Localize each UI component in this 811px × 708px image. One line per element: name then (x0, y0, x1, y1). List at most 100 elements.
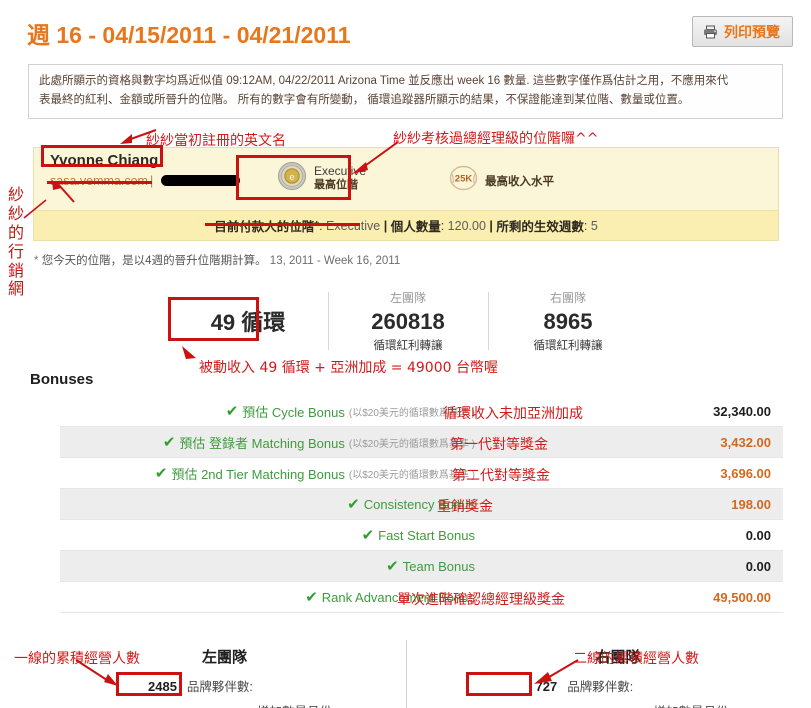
bonus-table: ✔ 預估 Cycle Bonus (以$20美元的循環數爲基準 ) 32,340.00… (60, 396, 783, 613)
user-card-top: Yvonne Chiang sasa.vemma.com | e Executi… (34, 148, 778, 210)
rank-badge-title: Executive (314, 164, 367, 179)
bonus-amount: 3,432.00 (720, 434, 771, 450)
annotation-rank-note: 紗紗考核過總經理級的位階囉^^ (393, 131, 599, 147)
disclaimer-line-1: 此處所顯示的資格與數字均爲近似值 09:12AM, 04/22/2011 Ari… (39, 75, 729, 87)
left-team-label: 左團隊 (389, 291, 426, 305)
executive-medal-icon: e (277, 161, 307, 196)
week-range: 16 - 04/15/2011 - 04/21/2011 (56, 22, 351, 48)
svg-text:e: e (289, 173, 294, 183)
income-level-badge: 25K 最高收入水平 (448, 165, 554, 196)
print-preview-label: 列印預覽 (724, 23, 780, 40)
left-team-second-label: 增加數量月份 (257, 701, 332, 708)
print-preview-button[interactable]: 列印預覽 (692, 16, 793, 47)
personal-volume-value: 120.00 (447, 218, 486, 233)
disclaimer-line-2: 表最終的紅利、金額或所晉升的位階。 所有的數字會有所變動， 循環追蹤器所顯示的結… (39, 93, 690, 106)
check-icon: ✔ (154, 464, 168, 482)
income-level-label: 最高收入水平 (485, 175, 554, 188)
week-prefix: 週 (27, 22, 50, 48)
remaining-weeks-value: 5 (590, 218, 598, 233)
left-team-column: 左團隊 260818 循環紅利轉讓 (328, 290, 488, 352)
payrank-status-bar: 目前付款人的位階*: Executive | 個人數量: 120.00 | 所剩… (34, 210, 778, 240)
annotation-cycle-note: 被動收入 49 循環 + 亞洲加成 = 49000 台幣喔 (199, 360, 498, 376)
remaining-weeks-label: 所剩的生效週數 (496, 220, 584, 234)
svg-text:25K: 25K (455, 174, 473, 185)
annotation-underline-payrank (205, 223, 360, 226)
bonus-row: ✔ 預估 Cycle Bonus (以$20美元的循環數爲基準 ) 32,340.00 (60, 396, 783, 427)
left-team-count: 2485 (148, 679, 177, 694)
rank-footnote: * 您今天的位階，是以4週的晉升位階期計算。 13, 2011 - Week 1… (34, 252, 400, 268)
left-team-value: 260818 (371, 309, 445, 334)
redacted-email-bar (161, 175, 240, 186)
rank-badge: e Executive 最高位階 (277, 161, 366, 196)
check-icon: ✔ (386, 557, 399, 575)
printer-icon (703, 25, 718, 39)
footnote-star: * (34, 255, 39, 267)
annotation-left-team-note: 一線的累積經營人數 (14, 651, 140, 667)
right-team-column: 右團隊 8965 循環紅利轉讓 (488, 290, 648, 352)
current-cycles-column: 49 循環 (168, 290, 328, 352)
check-icon: ✔ (305, 588, 318, 606)
laurel-wreath-icon: 25K (448, 165, 479, 196)
check-icon: ✔ (361, 526, 375, 544)
bonus-label: ✔ 預估 登錄者 Matching Bonus (以$20美元的循環數爲基準 ) (163, 433, 475, 452)
bonus-label: ✔ Fast Start Bonus (362, 528, 475, 543)
bonus-amount: 0.00 (745, 558, 771, 574)
left-team-count-label: 品牌夥伴數: (186, 680, 253, 694)
bonus-name: 預估 登錄者 Matching Bonus (179, 435, 345, 451)
check-icon: ✔ (347, 495, 360, 513)
bonus-amount: 0.00 (745, 527, 771, 543)
annotation-name-note: 紗紗當初註冊的英文名 (146, 133, 286, 149)
right-team-value: 8965 (543, 309, 593, 334)
left-team-heading: 左團隊 (202, 649, 248, 666)
bonus-label: ✔ 預估 Cycle Bonus (以$20美元的循環數爲基準 ) (226, 402, 475, 421)
bonus-annotation: 循環收入未加亞洲加成 (443, 406, 583, 422)
bonus-label: ✔ Team Bonus (386, 559, 475, 574)
current-cycles-value: 49 循環 (211, 305, 286, 337)
right-team-row: 727 品牌夥伴數: (536, 676, 634, 695)
annotation-right-team-note: 二線的累積經營人數 (573, 651, 699, 667)
left-team-sub: 循環紅利轉讓 (373, 340, 443, 352)
user-summary-card: Yvonne Chiang sasa.vemma.com | e Executi… (33, 147, 779, 241)
rank-badge-text: Executive 最高位階 (314, 164, 366, 193)
bonus-name: 預估 Cycle Bonus (242, 404, 345, 420)
footnote-date: 13, 2011 - Week 16, 2011 (269, 255, 401, 267)
bonus-name: Team Bonus (402, 558, 475, 574)
bonus-amount: 198.00 (731, 496, 771, 512)
right-team-sub: 循環紅利轉讓 (533, 340, 603, 352)
annotation-vertical-note: 紗紗的行銷網 (7, 185, 24, 299)
rank-badge-subtitle: 最高位階 (314, 179, 358, 192)
page-title: 週 16 - 04/15/2011 - 04/21/2011 (27, 16, 351, 50)
check-icon: ✔ (225, 402, 239, 420)
bonus-row: ✔ 預估 登錄者 Matching Bonus (以$20美元的循環數爲基準 ) 3,… (60, 427, 783, 458)
bonus-name: 預估 2nd Tier Matching Bonus (171, 466, 345, 482)
bonus-row: ✔ Fast Start Bonus 0.00 (60, 520, 783, 551)
right-team-count-label: 品牌夥伴數: (567, 680, 634, 694)
bonus-row: ✔ Team Bonus 0.00 (60, 551, 783, 582)
user-name: Yvonne Chiang (50, 152, 159, 169)
disclaimer-notice: 此處所顯示的資格與數字均爲近似值 09:12AM, 04/22/2011 Ari… (28, 64, 783, 119)
bonus-annotation: 重銷獎金 (437, 499, 493, 515)
bonus-row: ✔ 預估 2nd Tier Matching Bonus (以$20美元的循環數爲基… (60, 458, 783, 489)
bonus-amount: 3,696.00 (720, 465, 771, 481)
bonus-amount: 32,340.00 (713, 403, 771, 419)
cycles-unit: 循環 (241, 310, 286, 335)
bonus-row: ✔ Consistency Bonus 198.00 (60, 489, 783, 520)
check-icon: ✔ (162, 433, 176, 451)
cycles-number: 49 (210, 310, 236, 335)
cycles-summary: 49 循環 左團隊 260818 循環紅利轉讓 右團隊 8965 循環紅利轉讓 (168, 290, 648, 352)
right-team-second-label: 增加數量月份 (654, 701, 729, 708)
bonus-label: ✔ 預估 2nd Tier Matching Bonus (以$20美元的循環數爲基… (155, 464, 475, 483)
bonus-annotation: 第二代對等獎金 (452, 468, 550, 484)
right-team-label: 右團隊 (549, 291, 586, 305)
bonus-tracker-page: 週 16 - 04/15/2011 - 04/21/2011 列印預覽 此處所顯… (0, 0, 811, 708)
bonuses-heading: Bonuses (30, 371, 94, 388)
bonus-annotation: 第一代對等獎金 (450, 437, 548, 453)
bonus-amount: 49,500.00 (713, 589, 771, 605)
bonus-name: Fast Start Bonus (378, 527, 475, 543)
bonus-annotation: 單次進階確認總經理級獎金 (397, 592, 565, 608)
personal-volume-label: 個人數量 (390, 220, 441, 234)
right-team-count: 727 (535, 679, 558, 694)
footnote-text: 您今天的位階，是以4週的晉升位階期計算。 (41, 255, 267, 267)
annotation-underline-url (47, 181, 152, 184)
left-team-row: 2485 品牌夥伴數: (148, 676, 253, 695)
